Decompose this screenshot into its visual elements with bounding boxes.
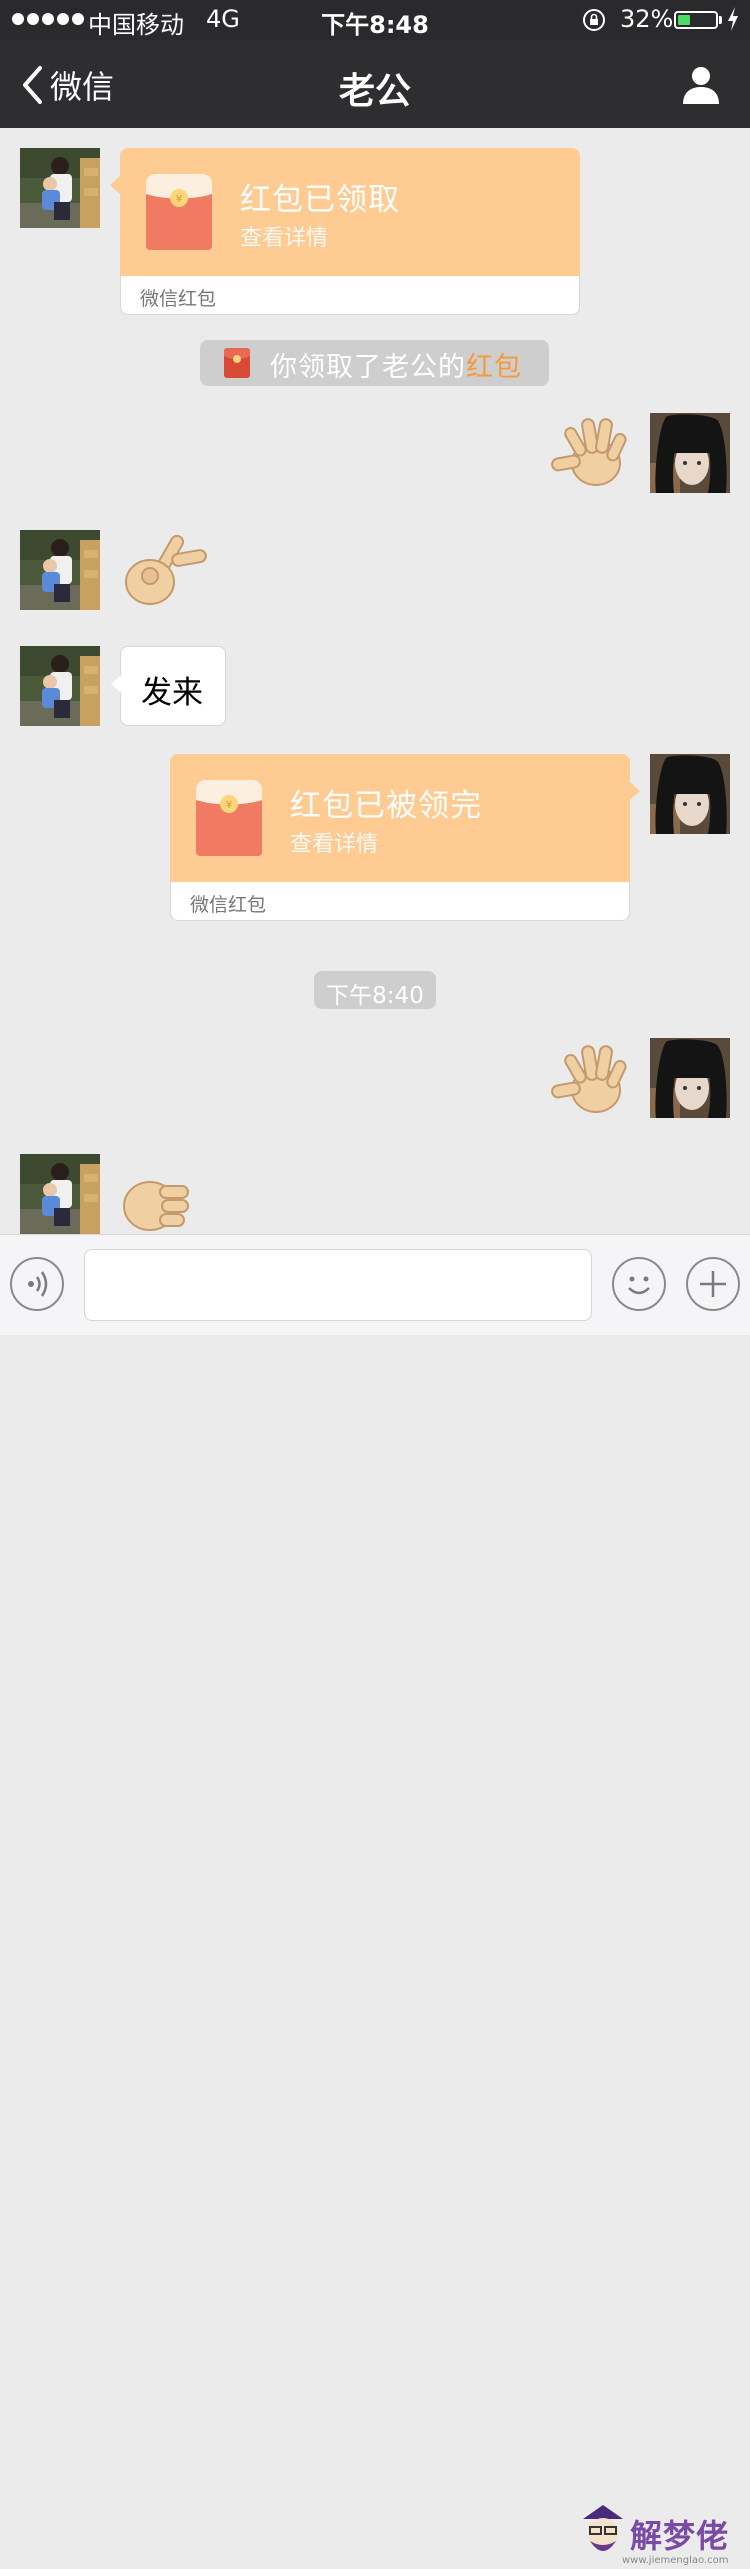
system-notice: 你领取了老公的红包 xyxy=(200,340,549,386)
status-bar: 中国移动 4G 下午8:48 32% xyxy=(0,0,750,40)
red-packet-body: ¥ 红包已领取 查看详情 xyxy=(120,148,580,276)
red-packet-body: ¥ 红包已被领完 查看详情 xyxy=(170,754,630,882)
red-packet-footer: 微信红包 xyxy=(140,288,217,310)
charging-bolt-icon xyxy=(728,7,738,31)
message-input[interactable] xyxy=(84,1249,592,1321)
chat-title: 老公 xyxy=(338,71,411,112)
bubble-tail xyxy=(630,782,640,800)
red-packet-footer-bar: 微信红包 xyxy=(120,276,580,315)
my-avatar[interactable] xyxy=(650,413,730,493)
my-avatar[interactable] xyxy=(650,1038,730,1118)
watermark: 解梦佬 www.jiemenglao.com xyxy=(578,2501,750,2569)
person-icon[interactable] xyxy=(680,64,722,106)
fist-hand-sticker[interactable] xyxy=(120,1174,192,1234)
nav-bar: 微信 老公 xyxy=(0,40,750,128)
watermark-logo xyxy=(583,2505,623,2551)
emoji-button[interactable] xyxy=(612,1257,666,1311)
plus-icon xyxy=(700,1271,726,1297)
victory-hand-sticker[interactable] xyxy=(120,532,210,612)
timestamp-pill: 下午8:40 xyxy=(314,971,436,1009)
red-packet-footer: 微信红包 xyxy=(190,894,267,916)
red-envelope-icon: ¥ xyxy=(146,174,212,250)
red-packet-footer-bar: 微信红包 xyxy=(170,882,630,921)
red-packet-title: 红包已被领完 xyxy=(290,788,482,824)
watermark-text: 解梦佬 xyxy=(630,2517,730,2555)
red-packet-subtitle: 查看详情 xyxy=(290,832,379,857)
emoji-icon xyxy=(628,1276,650,1295)
contact-avatar[interactable] xyxy=(20,148,100,228)
red-packet-message[interactable]: ¥ 红包已领取 查看详情 微信红包 xyxy=(110,148,580,316)
red-envelope-mini-icon xyxy=(224,348,250,378)
contact-avatar[interactable] xyxy=(20,1154,100,1234)
palm-hand-sticker[interactable] xyxy=(548,1040,630,1122)
message-text: 发来 xyxy=(141,675,203,711)
contact-avatar[interactable] xyxy=(20,646,100,726)
red-packet-subtitle: 查看详情 xyxy=(240,226,329,251)
more-button[interactable] xyxy=(686,1257,740,1311)
red-packet-title: 红包已领取 xyxy=(240,182,400,218)
system-notice-text: 你领取了老公的 xyxy=(270,352,466,383)
input-bar: 解梦佬 www.jiemenglao.com xyxy=(0,1234,750,2566)
red-envelope-icon: ¥ xyxy=(196,780,262,856)
bubble-tail xyxy=(110,176,120,194)
bubble-tail xyxy=(111,675,121,693)
battery-tip xyxy=(719,16,722,24)
my-avatar[interactable] xyxy=(650,754,730,834)
voice-button[interactable] xyxy=(10,1257,64,1311)
battery-level xyxy=(678,15,690,25)
watermark-url: www.jiemenglao.com xyxy=(622,2555,729,2566)
red-packet-link[interactable]: 红包 xyxy=(466,352,522,383)
timestamp: 下午8:40 xyxy=(326,983,424,1009)
battery-icon xyxy=(674,11,718,29)
svg-text:¥: ¥ xyxy=(226,800,232,811)
red-packet-message[interactable]: ¥ 红包已被领完 查看详情 微信红包 xyxy=(170,754,640,922)
chat-area[interactable]: ¥ 红包已领取 查看详情 微信红包 你领取了老公的红包 发来 ¥ 红包已被领完 … xyxy=(0,128,750,1234)
battery-percent: 32% xyxy=(620,5,674,33)
text-message-bubble[interactable]: 发来 xyxy=(111,646,226,726)
voice-icon xyxy=(28,1271,48,1297)
svg-text:¥: ¥ xyxy=(176,194,182,205)
palm-hand-sticker[interactable] xyxy=(548,413,630,495)
rotation-lock-icon xyxy=(583,9,605,31)
contact-avatar[interactable] xyxy=(20,530,100,610)
